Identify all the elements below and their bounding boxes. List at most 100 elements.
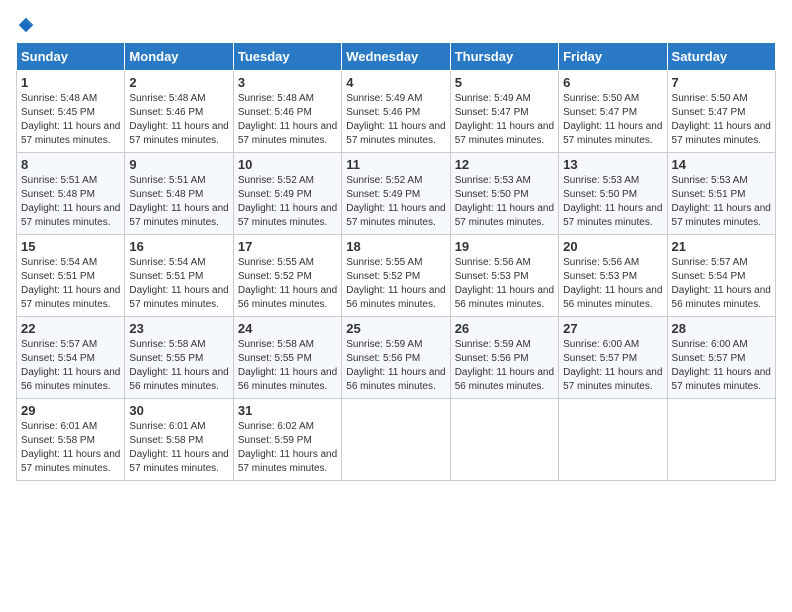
calendar-week-row: 15 Sunrise: 5:54 AMSunset: 5:51 PMDayligh…	[17, 235, 776, 317]
cell-text: Sunrise: 6:02 AMSunset: 5:59 PMDaylight:…	[238, 421, 337, 474]
calendar-cell: 15 Sunrise: 5:54 AMSunset: 5:51 PMDayligh…	[17, 235, 125, 317]
cell-text: Sunrise: 5:54 AMSunset: 5:51 PMDaylight:…	[129, 257, 228, 310]
day-number: 17	[238, 239, 337, 254]
calendar-cell: 12Sunrise: 5:53 AMSunset: 5:50 PMDayligh…	[450, 153, 558, 235]
day-number: 31	[238, 403, 337, 418]
cell-text: Sunrise: 6:01 AMSunset: 5:58 PMDaylight:…	[21, 421, 120, 474]
day-number: 15	[21, 239, 120, 254]
calendar-cell: 28 Sunrise: 6:00 AMSunset: 5:57 PMDayligh…	[667, 317, 775, 399]
day-number: 13	[563, 157, 662, 172]
day-number: 28	[672, 321, 771, 336]
weekday-header-sunday: Sunday	[17, 43, 125, 71]
day-number: 4	[346, 75, 445, 90]
calendar-cell: 5Sunrise: 5:49 AMSunset: 5:47 PMDaylight…	[450, 71, 558, 153]
cell-text: Sunrise: 5:51 AMSunset: 5:48 PMDaylight:…	[129, 175, 228, 228]
cell-text: Sunrise: 5:50 AMSunset: 5:47 PMDaylight:…	[672, 93, 771, 146]
cell-text: Sunrise: 5:55 AMSunset: 5:52 PMDaylight:…	[346, 257, 445, 310]
cell-text: Sunrise: 5:58 AMSunset: 5:55 PMDaylight:…	[129, 339, 228, 392]
calendar-cell: 8 Sunrise: 5:51 AMSunset: 5:48 PMDaylight…	[17, 153, 125, 235]
cell-text: Sunrise: 6:00 AMSunset: 5:57 PMDaylight:…	[672, 339, 771, 392]
day-number: 24	[238, 321, 337, 336]
cell-text: Sunrise: 5:57 AMSunset: 5:54 PMDaylight:…	[672, 257, 771, 310]
calendar-cell: 1 Sunrise: 5:48 AMSunset: 5:45 PMDaylight…	[17, 71, 125, 153]
calendar-cell: 23 Sunrise: 5:58 AMSunset: 5:55 PMDayligh…	[125, 317, 233, 399]
cell-text: Sunrise: 5:48 AMSunset: 5:46 PMDaylight:…	[129, 93, 228, 146]
weekday-header-thursday: Thursday	[450, 43, 558, 71]
logo-icon	[17, 16, 35, 34]
cell-text: Sunrise: 5:56 AMSunset: 5:53 PMDaylight:…	[455, 257, 554, 310]
cell-text: Sunrise: 5:52 AMSunset: 5:49 PMDaylight:…	[346, 175, 445, 228]
calendar-cell: 26 Sunrise: 5:59 AMSunset: 5:56 PMDayligh…	[450, 317, 558, 399]
calendar-header-row: SundayMondayTuesdayWednesdayThursdayFrid…	[17, 43, 776, 71]
calendar-cell: 29 Sunrise: 6:01 AMSunset: 5:58 PMDayligh…	[17, 399, 125, 481]
cell-text: Sunrise: 5:54 AMSunset: 5:51 PMDaylight:…	[21, 257, 120, 310]
day-number: 19	[455, 239, 554, 254]
cell-text: Sunrise: 5:57 AMSunset: 5:54 PMDaylight:…	[21, 339, 120, 392]
day-number: 2	[129, 75, 228, 90]
cell-text: Sunrise: 5:59 AMSunset: 5:56 PMDaylight:…	[346, 339, 445, 392]
calendar-cell: 17 Sunrise: 5:55 AMSunset: 5:52 PMDayligh…	[233, 235, 341, 317]
cell-text: Sunrise: 5:50 AMSunset: 5:47 PMDaylight:…	[563, 93, 662, 146]
calendar-week-row: 29 Sunrise: 6:01 AMSunset: 5:58 PMDayligh…	[17, 399, 776, 481]
calendar-cell: 20 Sunrise: 5:56 AMSunset: 5:53 PMDayligh…	[559, 235, 667, 317]
day-number: 10	[238, 157, 337, 172]
day-number: 16	[129, 239, 228, 254]
calendar-cell: 14 Sunrise: 5:53 AMSunset: 5:51 PMDayligh…	[667, 153, 775, 235]
day-number: 8	[21, 157, 120, 172]
calendar-cell: 11Sunrise: 5:52 AMSunset: 5:49 PMDayligh…	[342, 153, 450, 235]
day-number: 20	[563, 239, 662, 254]
cell-text: Sunrise: 5:53 AMSunset: 5:50 PMDaylight:…	[563, 175, 662, 228]
cell-text: Sunrise: 5:51 AMSunset: 5:48 PMDaylight:…	[21, 175, 120, 228]
weekday-header-friday: Friday	[559, 43, 667, 71]
calendar-cell: 30 Sunrise: 6:01 AMSunset: 5:58 PMDayligh…	[125, 399, 233, 481]
calendar-cell	[450, 399, 558, 481]
calendar-cell: 22 Sunrise: 5:57 AMSunset: 5:54 PMDayligh…	[17, 317, 125, 399]
calendar-cell: 24Sunrise: 5:58 AMSunset: 5:55 PMDayligh…	[233, 317, 341, 399]
cell-text: Sunrise: 6:01 AMSunset: 5:58 PMDaylight:…	[129, 421, 228, 474]
day-number: 7	[672, 75, 771, 90]
day-number: 26	[455, 321, 554, 336]
day-number: 29	[21, 403, 120, 418]
calendar-cell: 6 Sunrise: 5:50 AMSunset: 5:47 PMDaylight…	[559, 71, 667, 153]
calendar-cell: 16 Sunrise: 5:54 AMSunset: 5:51 PMDayligh…	[125, 235, 233, 317]
calendar-cell	[667, 399, 775, 481]
calendar-cell: 27 Sunrise: 6:00 AMSunset: 5:57 PMDayligh…	[559, 317, 667, 399]
day-number: 30	[129, 403, 228, 418]
calendar-cell: 2 Sunrise: 5:48 AMSunset: 5:46 PMDaylight…	[125, 71, 233, 153]
calendar-cell	[342, 399, 450, 481]
day-number: 23	[129, 321, 228, 336]
cell-text: Sunrise: 5:56 AMSunset: 5:53 PMDaylight:…	[563, 257, 662, 310]
day-number: 6	[563, 75, 662, 90]
cell-text: Sunrise: 6:00 AMSunset: 5:57 PMDaylight:…	[563, 339, 662, 392]
day-number: 1	[21, 75, 120, 90]
weekday-header-monday: Monday	[125, 43, 233, 71]
day-number: 3	[238, 75, 337, 90]
logo	[16, 16, 35, 34]
day-number: 22	[21, 321, 120, 336]
cell-text: Sunrise: 5:48 AMSunset: 5:45 PMDaylight:…	[21, 93, 120, 146]
day-number: 14	[672, 157, 771, 172]
calendar-cell: 10Sunrise: 5:52 AMSunset: 5:49 PMDayligh…	[233, 153, 341, 235]
calendar-week-row: 1 Sunrise: 5:48 AMSunset: 5:45 PMDaylight…	[17, 71, 776, 153]
calendar-cell: 4 Sunrise: 5:49 AMSunset: 5:46 PMDaylight…	[342, 71, 450, 153]
day-number: 25	[346, 321, 445, 336]
cell-text: Sunrise: 5:55 AMSunset: 5:52 PMDaylight:…	[238, 257, 337, 310]
cell-text: Sunrise: 5:53 AMSunset: 5:50 PMDaylight:…	[455, 175, 554, 228]
calendar-week-row: 22 Sunrise: 5:57 AMSunset: 5:54 PMDayligh…	[17, 317, 776, 399]
page-header	[16, 16, 776, 34]
day-number: 27	[563, 321, 662, 336]
cell-text: Sunrise: 5:53 AMSunset: 5:51 PMDaylight:…	[672, 175, 771, 228]
calendar-cell	[559, 399, 667, 481]
cell-text: Sunrise: 5:48 AMSunset: 5:46 PMDaylight:…	[238, 93, 337, 146]
day-number: 18	[346, 239, 445, 254]
calendar-cell: 13 Sunrise: 5:53 AMSunset: 5:50 PMDayligh…	[559, 153, 667, 235]
calendar-cell: 31 Sunrise: 6:02 AMSunset: 5:59 PMDayligh…	[233, 399, 341, 481]
calendar-cell: 3 Sunrise: 5:48 AMSunset: 5:46 PMDaylight…	[233, 71, 341, 153]
calendar-cell: 9 Sunrise: 5:51 AMSunset: 5:48 PMDaylight…	[125, 153, 233, 235]
day-number: 21	[672, 239, 771, 254]
cell-text: Sunrise: 5:49 AMSunset: 5:46 PMDaylight:…	[346, 93, 445, 146]
day-number: 9	[129, 157, 228, 172]
calendar-cell: 19 Sunrise: 5:56 AMSunset: 5:53 PMDayligh…	[450, 235, 558, 317]
weekday-header-saturday: Saturday	[667, 43, 775, 71]
cell-text: Sunrise: 5:59 AMSunset: 5:56 PMDaylight:…	[455, 339, 554, 392]
